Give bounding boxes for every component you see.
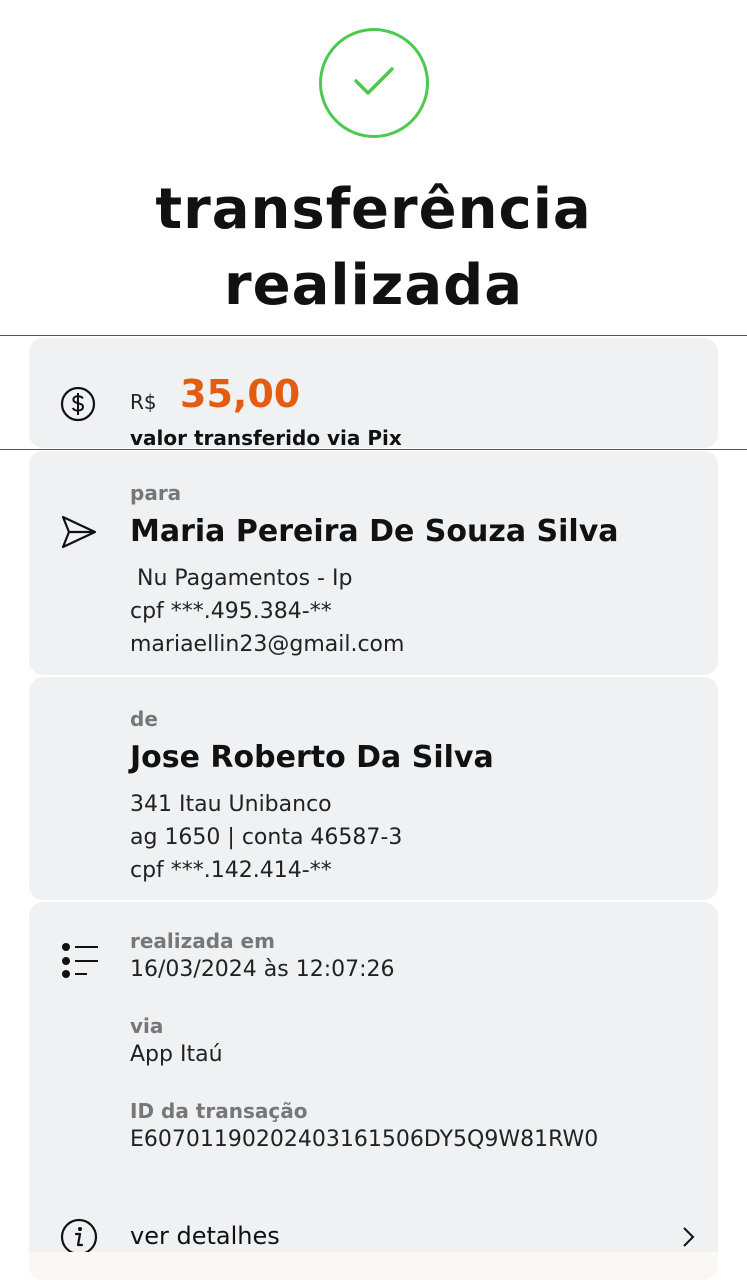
divider — [0, 449, 747, 450]
sender-name: Jose Roberto Da Silva — [130, 740, 494, 775]
sender-account: ag 1650 | conta 46587-3 — [130, 825, 403, 850]
transaction-id-label: ID da transação — [130, 1099, 308, 1123]
page-title: transferência realizada — [0, 172, 747, 324]
recipient-bank: Nu Pagamentos - Ip — [130, 566, 353, 591]
view-details-label: ver detalhes — [130, 1222, 280, 1250]
recipient-name: Maria Pereira De Souza Silva — [130, 514, 619, 549]
transaction-id-value: E60701190202403161506DY5Q9W81RW0 — [130, 1127, 599, 1152]
view-details-button[interactable]: ver detalhes — [29, 1186, 718, 1256]
recipient-label: para — [130, 481, 182, 505]
recipient-cpf: cpf ***.495.384-** — [130, 599, 332, 624]
send-icon — [61, 515, 97, 549]
date-label: realizada em — [130, 929, 275, 953]
dollar-icon — [60, 386, 96, 422]
card-footer — [29, 1252, 718, 1280]
via-value: App Itaú — [130, 1042, 223, 1067]
amount-value: 35,00 — [180, 372, 301, 416]
date-value: 16/03/2024 às 12:07:26 — [130, 957, 395, 982]
via-label: via — [130, 1014, 164, 1038]
amount-caption: valor transferido via Pix — [130, 426, 402, 450]
check-icon — [354, 67, 394, 95]
divider — [0, 335, 747, 336]
title-line-1: transferência — [155, 177, 592, 242]
info-icon — [60, 1218, 98, 1256]
recipient-pix-key: mariaellin23@gmail.com — [130, 632, 405, 657]
amount-currency: R$ — [130, 390, 157, 414]
success-check-badge — [319, 28, 429, 138]
sender-bank: 341 Itau Unibanco — [130, 792, 332, 817]
chevron-right-icon — [683, 1227, 695, 1247]
title-line-2: realizada — [223, 253, 524, 318]
sender-label: de — [130, 707, 158, 731]
sender-cpf: cpf ***.142.414-** — [130, 858, 332, 883]
list-icon — [62, 943, 98, 978]
